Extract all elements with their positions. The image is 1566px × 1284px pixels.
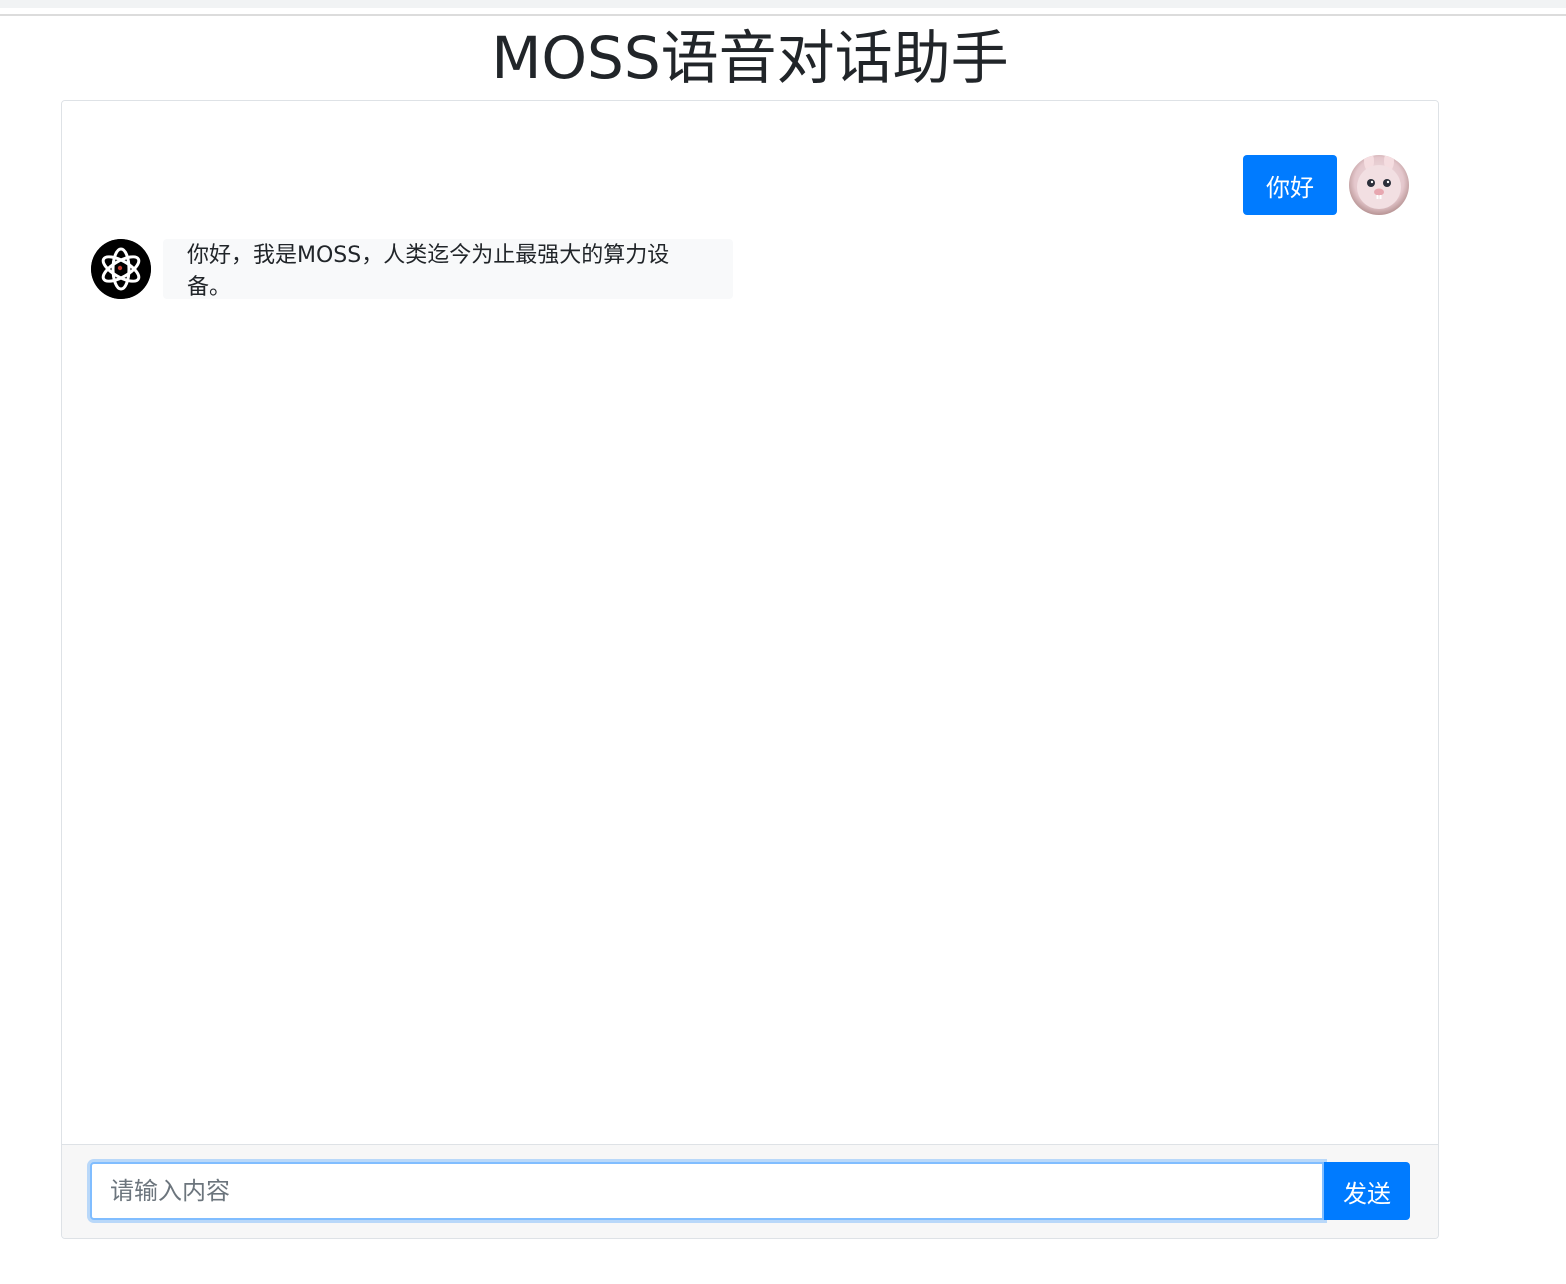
composer-footer: 发送 — [62, 1144, 1438, 1238]
user-message-bubble: 你好 — [1243, 155, 1337, 215]
bot-message: 你好，我是MOSS，人类迄今为止最强大的算力设备。 — [91, 239, 733, 300]
page-title: MOSS语音对话助手 — [491, 24, 1009, 92]
browser-top-strip — [0, 0, 1566, 8]
openai-logo-icon — [91, 239, 151, 299]
chat-messages: 你好 你好，我是MOSS，人类迄今为止最强大的算力设备。 — [62, 101, 1438, 1146]
bunny-face-icon — [1357, 155, 1401, 209]
bot-message-bubble: 你好，我是MOSS，人类迄今为止最强大的算力设备。 — [163, 239, 733, 300]
user-message: 你好 — [1243, 155, 1409, 215]
user-avatar — [1349, 155, 1409, 215]
message-input[interactable] — [90, 1162, 1324, 1220]
browser-top-divider — [0, 14, 1566, 16]
chat-card: 你好 你好，我是MOSS，人类迄今为止最强大的算力设备。 请输入内容 发送 — [61, 100, 1439, 1239]
send-button[interactable]: 发送 — [1324, 1162, 1410, 1220]
composer-input-group: 发送 — [90, 1162, 1410, 1220]
